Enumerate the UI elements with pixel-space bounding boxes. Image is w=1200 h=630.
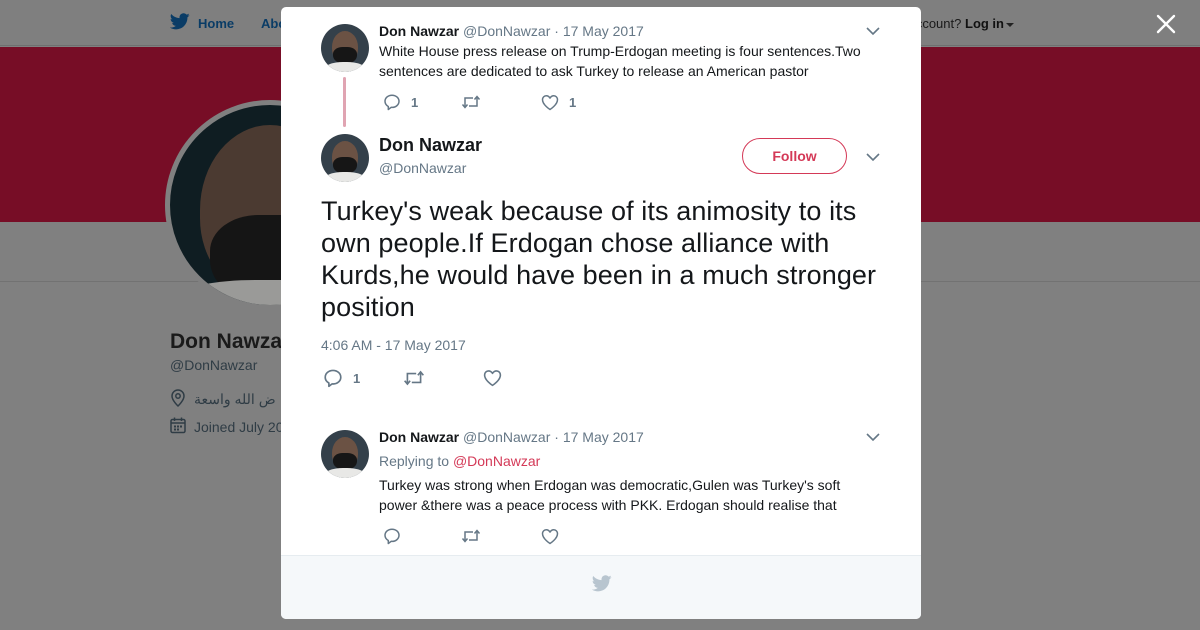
like-button[interactable]: 1 [541,93,576,111]
tweet-header: Don Nawzar @DonNawzar · 17 May 2017 [379,429,644,445]
tweet-date[interactable]: · 17 May 2017 [554,429,644,445]
heart-icon [541,94,559,111]
retweet-icon [461,93,481,111]
author-name[interactable]: Don Nawzar [379,23,459,39]
heart-icon [541,528,559,545]
main-tweet-text: Turkey's weak because of its animosity t… [321,196,877,322]
like-button[interactable] [541,527,559,545]
like-button[interactable] [483,369,502,387]
thread-connector [343,77,346,127]
tweet-date[interactable]: · 17 May 2017 [554,23,644,39]
like-count: 1 [569,94,577,110]
profile-location-text: ض الله واسعة [194,391,276,407]
author-name[interactable]: Don Nawzar [379,135,482,156]
replying-to: Replying to @DonNawzar [379,453,540,469]
heart-icon [483,369,502,387]
twitter-bird-icon [169,13,190,33]
reply-button[interactable] [383,527,461,545]
chevron-down-icon[interactable] [865,23,881,39]
author-handle[interactable]: @DonNawzar [463,429,550,445]
tweet-text: Turkey was strong when Erdogan was democ… [379,477,841,513]
profile-handle: @DonNawzar [170,357,258,373]
avatar[interactable] [321,24,369,72]
reply-icon [383,527,401,545]
author-handle[interactable]: @DonNawzar [463,23,550,39]
retweet-button[interactable] [461,527,541,545]
avatar[interactable] [321,430,369,478]
profile-location: ض الله واسعة [170,389,276,410]
replying-to-label: Replying to [379,453,450,469]
retweet-icon [403,368,425,388]
retweet-button[interactable] [461,93,541,111]
twitter-bird-icon [591,575,612,597]
modal-footer [281,555,921,619]
nav-home-link[interactable]: Home [169,13,235,33]
profile-joined-text: Joined July 20 [194,419,284,435]
login-link[interactable]: Log in [965,16,1004,31]
tweet-actions: 1 [323,368,502,388]
location-pin-icon [170,389,186,410]
reply-button[interactable]: 1 [323,368,403,388]
tweet-header: Don Nawzar @DonNawzar · 17 May 2017 [379,23,644,39]
tweet-text: White House press release on Trump-Erdog… [379,43,861,79]
author-name[interactable]: Don Nawzar [379,429,459,445]
reply-icon [383,93,401,111]
author-handle[interactable]: @DonNawzar [379,160,466,176]
reply-icon [323,368,343,388]
chevron-down-icon[interactable] [865,149,881,165]
chevron-down-icon[interactable] [1006,22,1014,27]
tweet-modal: Don Nawzar @DonNawzar · 17 May 2017 Whit… [281,7,921,619]
avatar[interactable] [321,134,369,182]
chevron-down-icon[interactable] [865,429,881,445]
retweet-button[interactable] [403,369,483,387]
profile-name: Don Nawza [170,330,283,353]
follow-button[interactable]: Follow [742,138,847,174]
login-area: ccount? Log in [916,16,1014,31]
tweet-actions [383,527,559,545]
profile-joined: Joined July 20 [170,417,284,437]
replying-to-mention[interactable]: @DonNawzar [453,453,540,469]
close-icon[interactable] [1154,12,1178,36]
retweet-icon [461,527,481,545]
account-prompt: ccount? [915,16,962,31]
tweet-actions: 1 1 [383,93,576,111]
reply-button[interactable]: 1 [383,93,461,111]
calendar-icon [170,417,186,437]
reply-count: 1 [411,94,419,110]
nav-home-label: Home [198,15,235,31]
tweet-timestamp[interactable]: 4:06 AM - 17 May 2017 [321,337,466,353]
reply-count: 1 [353,370,361,386]
